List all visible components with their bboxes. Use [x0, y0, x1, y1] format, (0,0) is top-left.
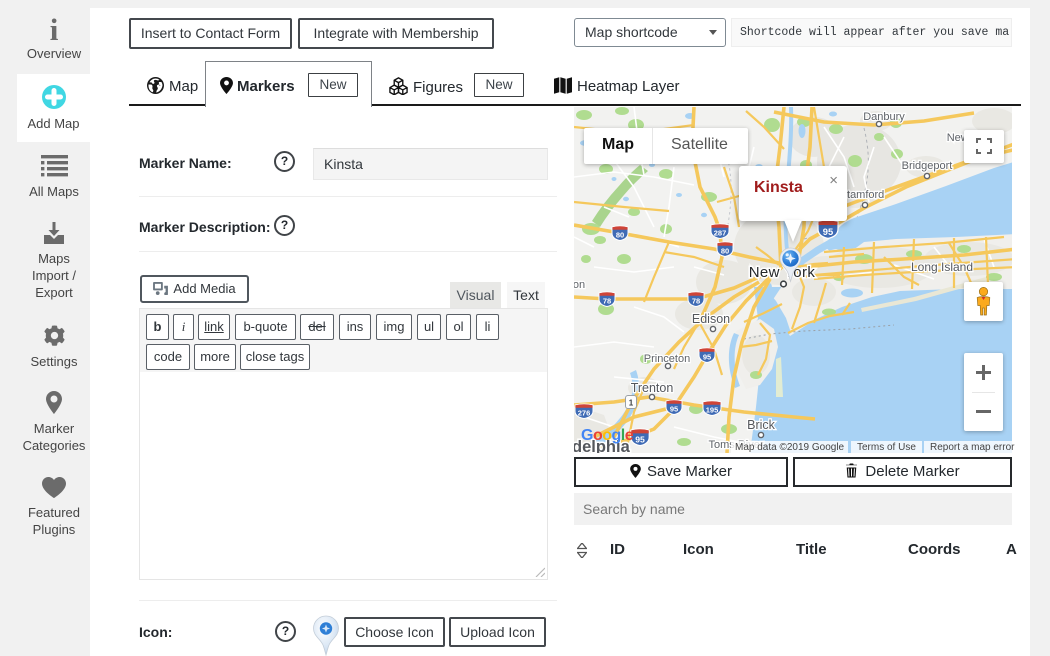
- svg-text:Danbury: Danbury: [863, 111, 905, 123]
- svg-text:95: 95: [703, 353, 711, 362]
- svg-text:Bridgeport: Bridgeport: [902, 160, 953, 172]
- svg-text:78: 78: [692, 297, 700, 306]
- svg-text:New York: New York: [749, 264, 816, 281]
- svg-text:1: 1: [629, 399, 634, 408]
- svg-text:95: 95: [635, 434, 645, 444]
- svg-text:80: 80: [721, 247, 729, 256]
- svg-text:195: 195: [706, 406, 719, 415]
- svg-text:Edison: Edison: [692, 312, 730, 326]
- svg-text:80: 80: [616, 231, 624, 240]
- svg-text:on: on: [574, 279, 585, 291]
- svg-text:276: 276: [578, 409, 591, 418]
- svg-text:95: 95: [670, 405, 678, 414]
- svg-text:Trenton: Trenton: [631, 381, 674, 395]
- svg-text:Brick: Brick: [747, 418, 776, 432]
- svg-text:287: 287: [714, 229, 727, 238]
- svg-text:95: 95: [823, 227, 833, 237]
- svg-text:Long Island: Long Island: [911, 260, 973, 274]
- svg-text:78: 78: [603, 297, 611, 306]
